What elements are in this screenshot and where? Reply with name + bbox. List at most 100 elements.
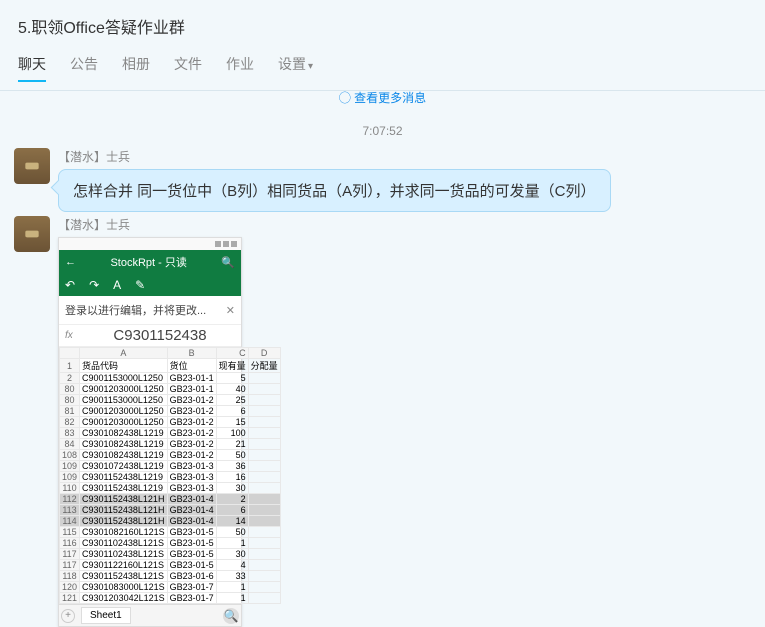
cell: [248, 505, 280, 516]
cell: 118: [60, 571, 80, 582]
cell: 108: [60, 450, 80, 461]
cell: C9301102438L121S: [80, 538, 168, 549]
cell: 120: [60, 582, 80, 593]
cell: C9301082160L121S: [80, 527, 168, 538]
cell: 16: [216, 472, 248, 483]
tab-bar: 聊天 公告 相册 文件 作业 设置▾: [0, 46, 765, 91]
cell: 114: [60, 516, 80, 527]
cell: GB23-01-5: [167, 560, 216, 571]
cell: [248, 571, 280, 582]
cell: C9301082438L1219: [80, 450, 168, 461]
cell: 21: [216, 439, 248, 450]
cell: GB23-01-2: [167, 417, 216, 428]
table-row: 110C9301152438L1219GB23-01-330: [60, 483, 281, 494]
login-banner: 登录以进行编辑，并将更改... ✕: [59, 296, 241, 325]
cell: [248, 384, 280, 395]
cell: 货位: [167, 359, 216, 373]
table-row: 81C9001203000L1250GB23-01-26: [60, 406, 281, 417]
tab-files[interactable]: 文件: [174, 54, 202, 82]
avatar[interactable]: [14, 148, 50, 184]
undo-icon: ↶: [65, 278, 75, 292]
tab-chat[interactable]: 聊天: [18, 54, 46, 82]
fx-value: C9301152438: [85, 327, 235, 344]
cell: C9001153000L1250: [80, 373, 168, 384]
cell: 现有量: [216, 359, 248, 373]
cell: C9001153000L1250: [80, 395, 168, 406]
image-message-screenshot[interactable]: ← StockRpt - 只读 🔍 ↶ ↷ A ✎ 登录以进行编辑，并将更改..…: [58, 237, 242, 627]
cell: 100: [216, 428, 248, 439]
tab-announce[interactable]: 公告: [70, 54, 98, 82]
message-row: 【潜水】士兵 ← StockRpt - 只读 🔍 ↶ ↷ A ✎ 登录以进行编辑…: [14, 216, 751, 627]
table-row: 80C9001203000L1250GB23-01-140: [60, 384, 281, 395]
sender-name: 【潜水】士兵: [58, 216, 751, 233]
cell: GB23-01-5: [167, 549, 216, 560]
system-more-messages[interactable]: ◯ 查看更多消息: [14, 89, 751, 106]
cell: GB23-01-2: [167, 428, 216, 439]
cell: GB23-01-1: [167, 373, 216, 384]
cell: 113: [60, 505, 80, 516]
cell: GB23-01-7: [167, 593, 216, 604]
cell: [248, 461, 280, 472]
table-row: 113C9301152438L121HGB23-01-46: [60, 505, 281, 516]
cell: 117: [60, 560, 80, 571]
cell: 115: [60, 527, 80, 538]
table-row: 109C9301152438L1219GB23-01-316: [60, 472, 281, 483]
cell: 2: [60, 373, 80, 384]
cell: GB23-01-6: [167, 571, 216, 582]
cell: [248, 373, 280, 384]
cell: C9001203000L1250: [80, 417, 168, 428]
tab-settings[interactable]: 设置▾: [278, 54, 313, 82]
sender-name: 【潜水】士兵: [58, 148, 751, 165]
cell: GB23-01-5: [167, 527, 216, 538]
cell: C9301152438L121H: [80, 505, 168, 516]
cell: C9301072438L1219: [80, 461, 168, 472]
cell: 4: [216, 560, 248, 571]
cell: [248, 483, 280, 494]
message-row: 【潜水】士兵 怎样合并 同一货位中（B列）相同货品（A列），并求同一货品的可发量…: [14, 148, 751, 212]
excel-toolbar: ↶ ↷ A ✎: [59, 274, 241, 296]
cell: [248, 450, 280, 461]
table-row: 112C9301152438L121HGB23-01-42: [60, 494, 281, 505]
cell: 货品代码: [80, 359, 168, 373]
text-message-bubble[interactable]: 怎样合并 同一货位中（B列）相同货品（A列），并求同一货品的可发量（C列）: [58, 169, 611, 212]
cell: 109: [60, 461, 80, 472]
cell: 109: [60, 472, 80, 483]
formula-bar: fx C9301152438: [59, 325, 241, 347]
cell: 6: [216, 406, 248, 417]
cell: 50: [216, 527, 248, 538]
avatar[interactable]: [14, 216, 50, 252]
chat-title: 5.职领Office答疑作业群: [18, 14, 747, 38]
fx-label: fx: [65, 330, 85, 341]
sheet-tabs: + Sheet1 🔍: [59, 604, 241, 626]
cell: C9301152438L1219: [80, 472, 168, 483]
cell: 30: [216, 483, 248, 494]
cell: GB23-01-2: [167, 406, 216, 417]
chat-content: ◯ 查看更多消息 7:07:52 【潜水】士兵 怎样合并 同一货位中（B列）相同…: [0, 89, 765, 627]
tab-album[interactable]: 相册: [122, 54, 150, 82]
close-icon: ✕: [226, 304, 235, 317]
cell: 6: [216, 505, 248, 516]
cell: 80: [60, 384, 80, 395]
table-row: 117C9301122160L121SGB23-01-54: [60, 560, 281, 571]
table-row: 84C9301082438L1219GB23-01-221: [60, 439, 281, 450]
cell: 30: [216, 549, 248, 560]
cell: GB23-01-2: [167, 450, 216, 461]
table-row: 2C9001153000L1250GB23-01-15: [60, 373, 281, 384]
cell: C9301102438L121S: [80, 549, 168, 560]
cell: [248, 472, 280, 483]
cell: GB23-01-3: [167, 483, 216, 494]
cell: [248, 516, 280, 527]
cell: C9301152438L1219: [80, 483, 168, 494]
cell: 121: [60, 593, 80, 604]
cell: C9301082438L1219: [80, 428, 168, 439]
cell: C9301122160L121S: [80, 560, 168, 571]
chat-header: 5.职领Office答疑作业群: [0, 0, 765, 46]
cell: C9301083000L121S: [80, 582, 168, 593]
table-row: 80C9001153000L1250GB23-01-225: [60, 395, 281, 406]
back-icon: ←: [65, 256, 76, 268]
chevron-down-icon: ▾: [308, 61, 313, 72]
cell: C9001203000L1250: [80, 384, 168, 395]
tab-homework[interactable]: 作业: [226, 54, 254, 82]
table-row: 109C9301072438L1219GB23-01-336: [60, 461, 281, 472]
cell: 117: [60, 549, 80, 560]
